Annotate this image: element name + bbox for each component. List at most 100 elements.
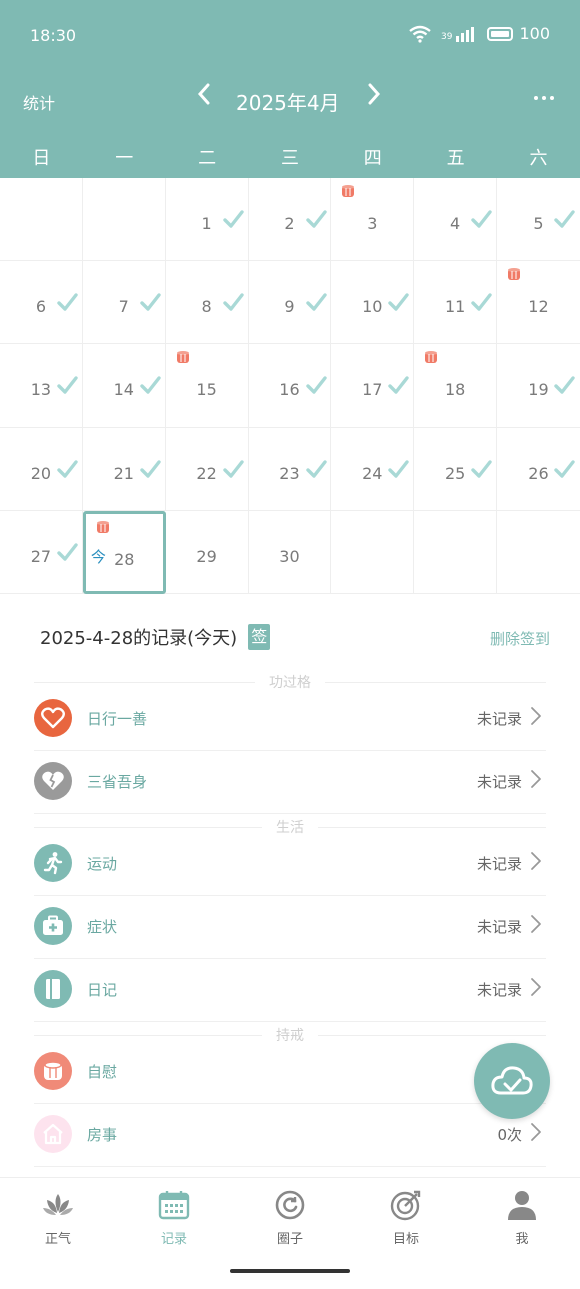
record-item-medkit[interactable]: 症状 未记录 (34, 896, 546, 959)
nav-item-circle[interactable]: 圈子 (250, 1188, 330, 1247)
calendar-day[interactable]: 1 (166, 178, 249, 262)
calendar-day[interactable]: 11 (414, 261, 498, 345)
check-icon (57, 459, 78, 478)
calendar-day[interactable]: 16 (249, 344, 332, 428)
calendar-day[interactable]: 6 (0, 261, 83, 345)
calendar-day[interactable]: 8 (166, 261, 249, 345)
record-date-title: 2025-4-28的记录(今天) (40, 628, 238, 649)
record-item-broken-heart[interactable]: 三省吾身 未记录 (34, 751, 546, 814)
month-title[interactable]: 2025年4月 (236, 87, 340, 116)
nav-item-lotus[interactable]: 正气 (18, 1188, 98, 1247)
record-item-status: 未记录 (476, 918, 522, 936)
next-month-button[interactable] (366, 82, 382, 113)
calendar-day[interactable]: 21 (83, 427, 166, 511)
calendar-day[interactable]: 26 (497, 428, 580, 511)
month-nav: 统计 2025年4月 (0, 78, 580, 122)
weekday-label: 日 (32, 148, 51, 169)
calendar-week: 12 3 45 (0, 178, 580, 262)
calendar-day[interactable]: 5 (497, 178, 580, 261)
calendar-day[interactable]: 13 (0, 344, 83, 428)
record-item-run[interactable]: 运动 未记录 (34, 833, 546, 896)
record-header: 2025-4-28的记录(今天) 签 删除签到 (40, 624, 550, 654)
calendar-day[interactable]: 14 (83, 344, 166, 428)
delete-sign-button[interactable]: 删除签到 (490, 628, 550, 649)
weekday-label: 一 (115, 148, 134, 169)
calendar-day[interactable]: 18 (414, 344, 498, 428)
tissue-icon (342, 185, 355, 197)
check-icon (388, 376, 410, 395)
record-item-status: 0次 (497, 1126, 522, 1144)
calendar-day[interactable]: 12 (497, 261, 580, 344)
calendar-day[interactable]: 30 (249, 510, 332, 594)
day-number: 18 (444, 380, 466, 400)
calendar-empty-cell (83, 178, 166, 262)
calendar-icon (158, 1191, 190, 1220)
record-item-diary[interactable]: 日记 未记录 (34, 959, 546, 1022)
nav-item-calendar[interactable]: 记录 (134, 1188, 214, 1247)
record-item-label: 日记 (87, 981, 118, 999)
calendar-day[interactable]: 25 (414, 427, 498, 511)
calendar-day[interactable]: 24 (331, 427, 415, 511)
calendar-day[interactable]: 9 (249, 261, 332, 345)
calendar-day[interactable]: 22 (166, 427, 249, 511)
circle-icon (275, 1190, 305, 1220)
more-options-button[interactable] (533, 82, 555, 118)
calendar-day[interactable]: 23 (249, 427, 332, 511)
calendar-week: 27 28 今 29 30 (0, 510, 580, 594)
weekday-label: 六 (529, 148, 548, 169)
calendar-day[interactable]: 7 (83, 261, 166, 345)
check-icon (554, 376, 575, 395)
weekday-header: 日一二三四五六 (0, 144, 580, 174)
signal-bars-icon (456, 26, 475, 42)
chevron-right-icon (368, 83, 381, 105)
nav-label: 我 (515, 1232, 529, 1247)
calendar-day[interactable]: 3 (331, 178, 415, 262)
day-number: 3 (367, 214, 378, 233)
record-item-label: 三省吾身 (87, 773, 148, 791)
check-icon (57, 293, 78, 311)
stats-button[interactable]: 统计 (23, 90, 55, 114)
nav-label: 目标 (392, 1232, 419, 1247)
chevron-right-icon (531, 852, 541, 870)
record-item-house[interactable]: 房事 0次 (34, 1104, 546, 1167)
calendar-day[interactable]: 19 (497, 344, 580, 427)
calendar-day[interactable]: 17 (331, 344, 415, 428)
chevron-right-icon (531, 1123, 541, 1141)
calendar-day[interactable]: 20 (0, 427, 83, 511)
nav-item-user[interactable]: 我 (482, 1188, 562, 1247)
check-icon (305, 376, 327, 395)
nav-label: 圈子 (276, 1232, 303, 1247)
calendar-day[interactable]: 27 (0, 510, 83, 594)
check-icon (471, 293, 492, 311)
record-item-label: 日行一善 (87, 710, 148, 728)
calendar-day[interactable]: 29 (166, 510, 249, 594)
prev-month-button[interactable] (196, 82, 212, 113)
cloud-check-icon (491, 1066, 533, 1095)
calendar-grid: 1 2 3 4 5 6 7 8 9 10 11 12 13 14 15 16 17 18 19 20 21 22 23 24 2… (0, 178, 580, 594)
calendar-empty-cell (414, 510, 498, 594)
weekday-label: 三 (280, 148, 299, 169)
nav-item-target[interactable]: 目标 (366, 1188, 446, 1247)
bottom-navigation: 正气 记录 圈子 目标 我 (0, 1177, 580, 1289)
record-icon-wrap (34, 699, 72, 737)
record-item-heart[interactable]: 日行一善 未记录 (34, 688, 546, 751)
cloud-sync-button[interactable] (474, 1043, 550, 1119)
tissue-icon (176, 351, 189, 364)
check-icon (57, 376, 78, 395)
calendar-day[interactable]: 10 (331, 261, 415, 345)
chevron-right-icon (531, 770, 541, 788)
app-header: 18:30 39 100 统计 2025年4月 日 一 二 三 四 五 六 (0, 0, 580, 178)
heart-icon (41, 707, 65, 729)
chevron-right-icon (531, 915, 541, 933)
record-item-status: 未记录 (476, 981, 522, 999)
calendar-day-today[interactable]: 28 今 (82, 510, 166, 594)
record-item-tissue[interactable]: 自慰 (34, 1041, 546, 1104)
user-icon (508, 1191, 536, 1220)
calendar-day[interactable]: 2 (249, 178, 332, 262)
tissue-icon (96, 520, 109, 533)
calendar-week: 13 14 15 16 17 18 19 (0, 344, 580, 428)
calendar-day[interactable]: 4 (414, 178, 498, 262)
calendar-day[interactable]: 15 (166, 344, 249, 428)
cellular-signal: 39 (441, 26, 477, 42)
check-icon (222, 210, 244, 228)
